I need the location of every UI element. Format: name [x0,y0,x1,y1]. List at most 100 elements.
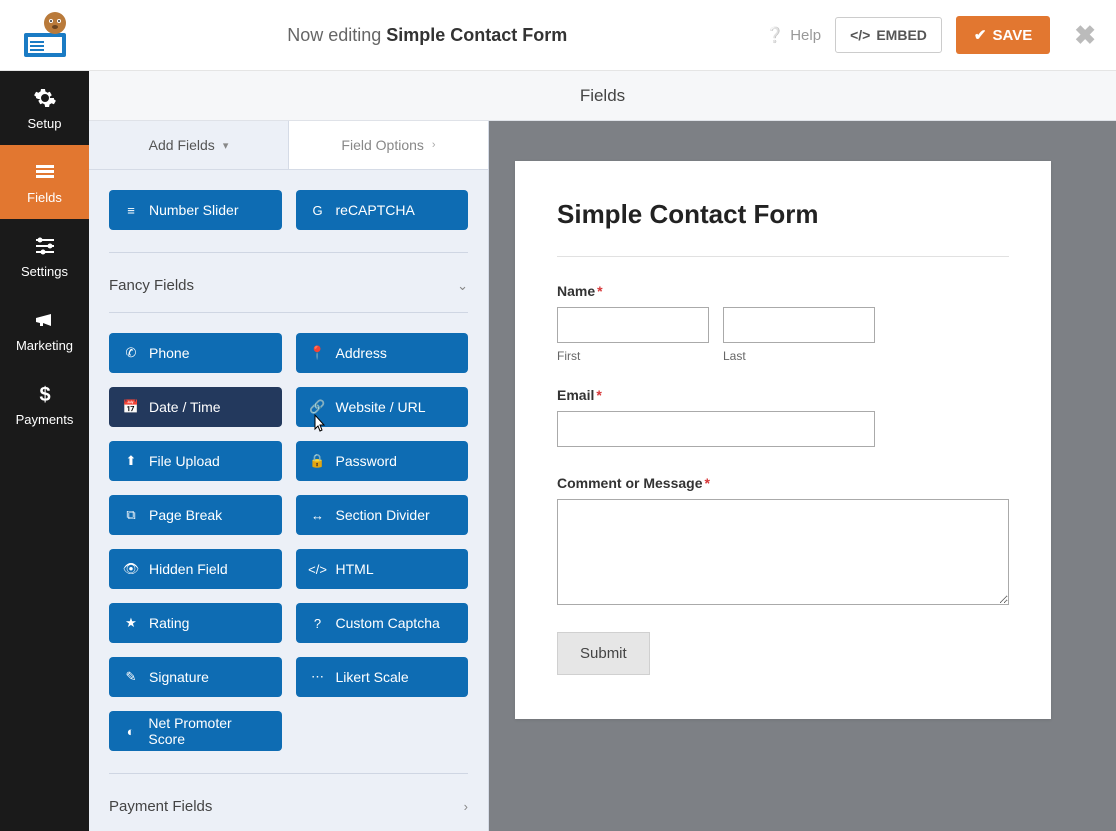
resize-icon: ↔ [310,508,326,523]
chevron-down-icon: ⌄ [457,278,468,294]
field-label: Likert Scale [336,669,409,685]
field-password[interactable]: 🔒 Password [296,441,469,481]
field-net-promoter-score[interactable]: ◐Net Promoter Score [109,711,282,751]
field-page-break[interactable]: ⧉Page Break [109,495,282,535]
field-label: Net Promoter Score [148,715,267,747]
dots-icon: ⋯ [310,669,326,685]
field-label: Phone [149,345,189,361]
field-label: HTML [336,561,374,577]
form-icon [33,160,57,184]
email-input[interactable] [557,411,875,447]
help-link[interactable]: ❔ Help [766,26,822,44]
field-section-divider[interactable]: ↔Section Divider [296,495,469,535]
sliders-icon [33,234,57,258]
label-text: Email [557,387,594,403]
section-payment-fields[interactable]: Payment Fields › [109,782,468,831]
field-website-url[interactable]: 🔗 Website / URL [296,387,469,427]
field-label: Custom Captcha [336,615,440,631]
field-rating[interactable]: ★ Rating [109,603,282,643]
check-icon: ✔ [974,26,987,44]
last-name-input[interactable] [723,307,875,343]
pencil-icon: ✎ [123,669,139,685]
star-icon: ★ [123,615,139,631]
link-icon: 🔗 [310,399,326,415]
calendar-icon: 📅 [123,399,139,415]
field-label: Number Slider [149,202,238,218]
fields-panel: Add Fields ▾ Field Options › ≡ Number Sli… [89,121,489,831]
dollar-icon: $ [33,382,57,406]
field-label: reCAPTCHA [336,202,415,218]
sliders-icon: ≡ [123,203,139,218]
first-name-input[interactable] [557,307,709,343]
field-label: Password [336,453,397,469]
section-title-label: Fancy Fields [109,277,194,294]
field-html[interactable]: </> HTML [296,549,469,589]
divider [557,256,1009,257]
required-asterisk: * [596,387,601,403]
field-label: Hidden Field [149,561,228,577]
left-nav: Setup Fields Settings Marketing $ Paymen… [0,71,89,831]
nav-settings-label: Settings [21,264,68,279]
first-name-col: First [557,307,709,363]
editing-form-name: Simple Contact Form [386,25,567,45]
upload-icon: ⬆ [123,453,139,469]
embed-button[interactable]: </> EMBED [835,17,942,53]
field-phone[interactable]: ✆ Phone [109,333,282,373]
field-label: Website / URL [336,399,426,415]
copy-icon: ⧉ [123,507,139,523]
field-recaptcha[interactable]: GreCAPTCHA [296,190,469,230]
panel-tabs: Add Fields ▾ Field Options › [89,121,488,170]
nav-marketing-label: Marketing [16,338,73,353]
nav-setup[interactable]: Setup [0,71,89,145]
form-title: Simple Contact Form [557,199,1009,230]
field-label: Address [336,345,387,361]
field-date-time[interactable]: 📅 Date / Time [109,387,282,427]
svg-text:$: $ [39,384,50,406]
divider [109,252,468,253]
eye-icon: 👁 [123,561,139,577]
field-label: Rating [149,615,189,631]
save-label: SAVE [992,27,1032,44]
field-likert-scale[interactable]: ⋯ Likert Scale [296,657,469,697]
nav-marketing[interactable]: Marketing [0,293,89,367]
last-sublabel: Last [723,349,875,363]
save-button[interactable]: ✔ SAVE [956,16,1050,54]
required-asterisk: * [704,475,709,491]
megaphone-icon [33,308,57,332]
nav-payments[interactable]: $ Payments [0,367,89,441]
fields-header: Fields [89,71,1116,121]
panel-body: ≡ Number Slider GreCAPTCHA Fancy Fields ⌄… [89,170,488,831]
lock-icon: 🔒 [310,453,326,469]
tab-add-fields[interactable]: Add Fields ▾ [89,121,289,169]
fields-header-label: Fields [580,86,625,106]
comment-textarea[interactable] [557,499,1009,605]
last-name-col: Last [723,307,875,363]
field-hidden-field[interactable]: 👁 Hidden Field [109,549,282,589]
nav-fields[interactable]: Fields [0,145,89,219]
nav-settings[interactable]: Settings [0,219,89,293]
tab-add-label: Add Fields [149,137,215,153]
field-label: File Upload [149,453,220,469]
form-card[interactable]: Simple Contact Form Name* First Last Ema… [515,161,1051,719]
field-custom-captcha[interactable]: ? Custom Captcha [296,603,469,643]
question-icon: ? [310,616,326,631]
section-fancy-fields[interactable]: Fancy Fields ⌄ [109,261,468,312]
submit-label: Submit [580,645,627,662]
phone-icon: ✆ [123,345,139,361]
field-file-upload[interactable]: ⬆ File Upload [109,441,282,481]
field-signature[interactable]: ✎Signature [109,657,282,697]
field-label: Date / Time [149,399,221,415]
chevron-right-icon: › [464,799,468,814]
code-icon: </> [310,562,326,577]
close-button[interactable]: ✖ [1074,20,1096,51]
nav-setup-label: Setup [28,116,62,131]
embed-label: EMBED [876,27,927,43]
divider [109,312,468,313]
gear-icon [33,86,57,110]
field-address[interactable]: 📍Address [296,333,469,373]
submit-button[interactable]: Submit [557,632,650,675]
field-number-slider[interactable]: ≡ Number Slider [109,190,282,230]
required-asterisk: * [597,283,602,299]
tab-field-options[interactable]: Field Options › [289,121,488,169]
embed-icon: </> [850,27,870,43]
